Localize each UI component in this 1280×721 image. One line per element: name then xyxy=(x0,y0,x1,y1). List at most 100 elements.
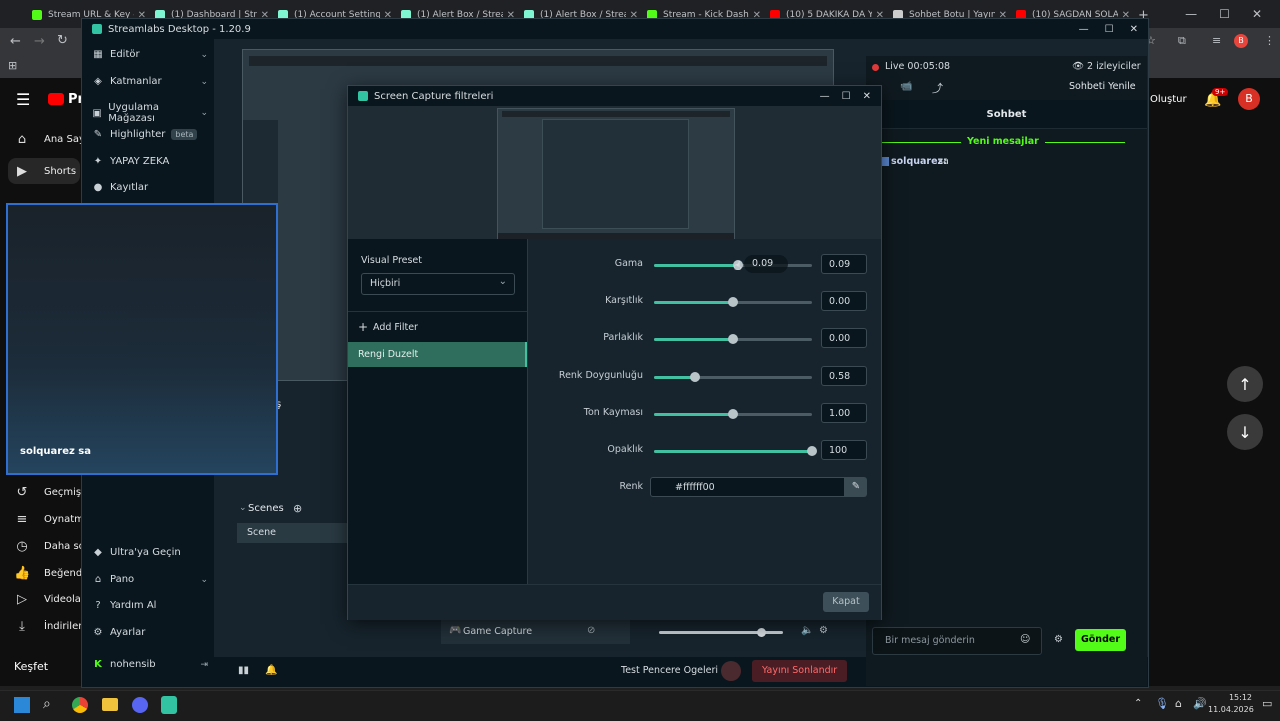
yt-nav-shorts[interactable]: ▶ Shorts xyxy=(8,158,80,184)
add-scene-icon[interactable]: ⊕ xyxy=(293,502,302,515)
saturation-slider[interactable] xyxy=(654,372,812,382)
notification-icon[interactable]: 🔔 xyxy=(265,665,277,676)
send-button[interactable]: Gönder xyxy=(1075,629,1126,651)
scroll-down-icon[interactable]: ↓ xyxy=(1227,414,1263,450)
color-input[interactable]: #ffffff00 xyxy=(650,477,845,497)
tray-chevron-up-icon[interactable]: ⌃ xyxy=(1134,698,1142,709)
speaker-icon[interactable]: 🔈 xyxy=(801,625,813,636)
eyedropper-icon[interactable]: ✎ xyxy=(845,477,867,497)
menu-app-store[interactable]: ▣ Uygulama Mağazası ⌄ xyxy=(92,102,208,124)
chat-settings-icon[interactable]: ⚙ xyxy=(1054,634,1063,645)
brightness-slider[interactable] xyxy=(654,334,812,344)
gamma-slider[interactable] xyxy=(654,260,812,270)
apps-grid-icon[interactable]: ⊞ xyxy=(8,59,17,72)
side-panel-icon[interactable]: ≡ xyxy=(1212,34,1221,47)
yt-nav-your-videos[interactable]: ▷ Videolar xyxy=(14,592,85,607)
dialog-maximize-icon[interactable]: ☐ xyxy=(842,91,851,102)
clock-time[interactable]: 15:12 xyxy=(1222,693,1252,702)
yt-nav-liked[interactable]: 👍 Beğendi xyxy=(14,566,85,581)
search-icon[interactable]: ⌕ xyxy=(43,696,51,712)
camera-icon[interactable]: 📹 xyxy=(900,81,912,92)
extensions-icon[interactable]: ⧉ xyxy=(1178,34,1186,48)
yt-nav-history[interactable]: ↺ Geçmiş xyxy=(14,485,82,500)
brightness-slider-knob[interactable] xyxy=(728,334,738,344)
yt-avatar[interactable]: B xyxy=(1238,88,1260,110)
saturation-slider-knob[interactable] xyxy=(690,372,701,382)
stats-icon[interactable]: ▮▮ xyxy=(238,665,249,676)
yt-nav-home[interactable]: ⌂ Ana Say xyxy=(14,132,85,147)
chat-input[interactable]: Bir mesaj gönderin ☺ xyxy=(872,627,1042,655)
menu-dashboard[interactable]: ⌂ Pano ⌄ xyxy=(92,574,208,585)
menu-ai[interactable]: ✦ YAPAY ZEKA xyxy=(92,156,208,167)
yt-nav-downloads[interactable]: ⤓ İndirilen xyxy=(14,619,84,634)
yt-nav-playlists[interactable]: ≡ Oynatm xyxy=(14,512,84,527)
mixer-slider-knob[interactable] xyxy=(756,628,766,637)
maximize-icon[interactable]: ☐ xyxy=(1219,7,1230,21)
user-account[interactable]: Knohensib ⇥ xyxy=(92,659,208,670)
microphone-icon[interactable]: 🎙 xyxy=(1155,697,1169,710)
sl-minimize-icon[interactable]: — xyxy=(1079,24,1089,35)
sl-close-icon[interactable]: ✕ xyxy=(1130,24,1138,35)
chat-overlay-source[interactable]: solquarez sa xyxy=(6,203,278,475)
menu-settings[interactable]: ⚙ Ayarlar xyxy=(92,627,208,638)
minimize-icon[interactable]: — xyxy=(1185,7,1197,21)
hamburger-menu-icon[interactable]: ☰ xyxy=(16,90,30,109)
menu-recordings[interactable]: ● Kayıtlar xyxy=(92,182,208,193)
filter-item-color-correction[interactable]: Rengi Duzelt xyxy=(348,342,527,367)
test-widgets-label[interactable]: Test Pencere Ogeleri xyxy=(621,665,718,676)
menu-layers[interactable]: ◈ Katmanlar ⌄ xyxy=(92,76,208,87)
scroll-up-icon[interactable]: ↑ xyxy=(1227,366,1263,402)
chat-tab[interactable]: Sohbet xyxy=(866,100,1147,129)
mixer-slider[interactable] xyxy=(659,628,783,637)
youtube-logo-icon[interactable] xyxy=(48,93,64,105)
record-button[interactable] xyxy=(721,661,741,681)
visibility-off-icon[interactable]: ⊘ xyxy=(587,625,595,636)
gear-icon[interactable]: ⚙ xyxy=(819,625,828,636)
dialog-minimize-icon[interactable]: — xyxy=(820,91,830,102)
dialog-close-icon[interactable]: ✕ xyxy=(863,91,871,102)
contrast-slider[interactable] xyxy=(654,297,812,307)
source-item[interactable]: 🎮 Game Capture ⊘ xyxy=(441,620,630,644)
share-icon[interactable]: ⤴ xyxy=(932,80,943,96)
notification-center-icon[interactable]: ▭ xyxy=(1262,697,1272,710)
reload-icon[interactable]: ↻ xyxy=(57,33,68,48)
contrast-slider-knob[interactable] xyxy=(728,297,738,307)
menu-ultra[interactable]: ◆ Ultra'ya Geçin xyxy=(92,547,208,558)
contrast-input[interactable]: 0.00 xyxy=(821,291,867,311)
menu-help[interactable]: ? Yardım Al xyxy=(92,600,208,611)
brightness-input[interactable]: 0.00 xyxy=(821,328,867,348)
close-icon[interactable]: ✕ xyxy=(1252,7,1262,21)
discord-taskbar-icon[interactable] xyxy=(132,697,148,713)
streamlabs-taskbar-icon[interactable] xyxy=(161,696,177,714)
hue-shift-slider-knob[interactable] xyxy=(728,409,738,419)
opacity-slider-knob[interactable] xyxy=(807,446,817,456)
volume-icon[interactable]: 🔊 xyxy=(1193,697,1207,710)
yt-create-button[interactable]: Oluştur xyxy=(1150,94,1187,105)
back-icon[interactable]: ← xyxy=(10,34,21,49)
close-dialog-button[interactable]: Kapat xyxy=(823,592,869,612)
saturation-input[interactable]: 0.58 xyxy=(821,366,867,386)
sl-maximize-icon[interactable]: ☐ xyxy=(1105,24,1114,35)
end-stream-button[interactable]: Yayını Sonlandır xyxy=(752,660,848,682)
browser-menu-icon[interactable]: ⋮ xyxy=(1264,34,1275,47)
emoji-icon[interactable]: ☺ xyxy=(1020,634,1030,645)
refresh-chat-button[interactable]: Sohbeti Yenile xyxy=(1069,81,1136,92)
opacity-slider[interactable] xyxy=(654,446,817,456)
network-icon[interactable]: ⌂ xyxy=(1175,697,1182,710)
menu-highlighter[interactable]: ✎ Highlighter beta xyxy=(92,129,208,140)
hue-shift-slider[interactable] xyxy=(654,409,812,419)
chrome-taskbar-icon[interactable] xyxy=(72,697,88,713)
yt-nav-watch-later[interactable]: ◷ Daha so xyxy=(14,539,84,554)
menu-editor[interactable]: ▦ Editör ⌄ xyxy=(92,49,208,60)
windows-start-icon[interactable] xyxy=(14,697,30,713)
chevron-down-icon[interactable]: ⌄ xyxy=(239,503,247,513)
browser-profile-avatar[interactable]: B xyxy=(1234,34,1248,48)
clock-date[interactable]: 11.04.2026 xyxy=(1208,705,1254,714)
file-explorer-icon[interactable] xyxy=(102,698,118,711)
add-filter-button[interactable]: + Add Filter xyxy=(358,320,518,338)
forward-icon[interactable]: → xyxy=(34,34,45,49)
opacity-input[interactable]: 100 xyxy=(821,440,867,460)
gamma-input[interactable]: 0.09 xyxy=(821,254,867,274)
hue-shift-input[interactable]: 1.00 xyxy=(821,403,867,423)
visual-preset-select[interactable]: Hiçbiri ⌄ xyxy=(361,273,515,295)
